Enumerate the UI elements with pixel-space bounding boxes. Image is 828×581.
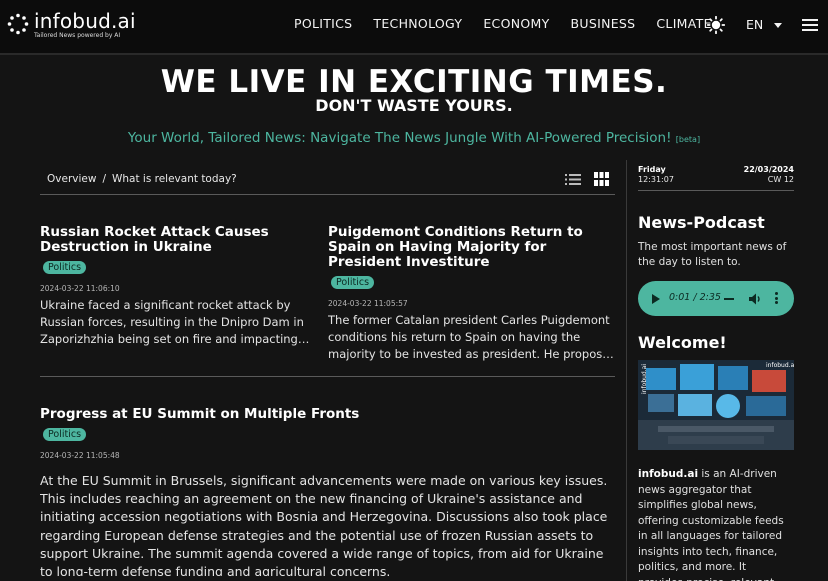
brand-name: infobud.ai (34, 9, 136, 33)
date-row: Friday 22/03/2024 (638, 165, 794, 175)
article-title[interactable]: Puigdemont Conditions Return to Spain on… (328, 225, 616, 270)
breadcrumb-separator: / (102, 173, 106, 185)
volume-icon[interactable] (748, 292, 762, 306)
clock-time: 12:31:07 (638, 175, 674, 184)
about-description: is an AI-driven news aggregator that sim… (638, 468, 784, 581)
podcast-title: News-Podcast (638, 213, 765, 232)
about-brand: infobud.ai (638, 468, 699, 480)
article-card[interactable]: Progress at EU Summit on Multiple Fronts… (40, 407, 615, 577)
welcome-image: infobud.ai infobud.ai (638, 360, 794, 450)
more-options-icon[interactable] (775, 292, 779, 305)
breadcrumb-overview[interactable]: Overview (47, 173, 96, 185)
article-excerpt: At the EU Summit in Brussels, significan… (40, 473, 608, 576)
article-excerpt: Ukraine faced a significant rocket attac… (40, 298, 310, 346)
article-timestamp: 2024-03-22 11:05:57 (328, 299, 408, 308)
about-text: infobud.ai is an AI-driven news aggregat… (638, 467, 794, 581)
nav-climate[interactable]: CLIMATE (656, 16, 711, 31)
image-watermark: infobud.ai (641, 364, 648, 394)
date: 22/03/2024 (743, 165, 794, 174)
player-time: 0:01 / 2:35 (669, 292, 721, 303)
list-view-icon[interactable] (565, 174, 581, 185)
article-title[interactable]: Russian Rocket Attack Causes Destruction… (40, 225, 310, 255)
category-tag[interactable]: Politics (43, 428, 87, 441)
tagline-text: Your World, Tailored News: Navigate The … (127, 130, 672, 146)
nav-politics[interactable]: POLITICS (294, 16, 352, 31)
weekday: Friday (638, 165, 666, 174)
brand-logo[interactable]: infobud.ai Tailored News powered by AI (7, 9, 136, 39)
article-card[interactable]: Puigdemont Conditions Return to Spain on… (328, 225, 616, 363)
category-tag[interactable]: Politics (43, 261, 87, 274)
calendar-week: CW 12 (767, 175, 794, 184)
beta-label: [beta] (675, 135, 701, 144)
article-timestamp: 2024-03-22 11:05:48 (40, 451, 120, 460)
news-dashboard-illustration (638, 360, 794, 450)
nav-economy[interactable]: ECONOMY (483, 16, 549, 31)
hero-tagline: Your World, Tailored News: Navigate The … (0, 130, 828, 146)
main-nav: POLITICS TECHNOLOGY ECONOMY BUSINESS CLI… (294, 16, 733, 31)
hamburger-menu-icon[interactable] (802, 19, 818, 31)
time-row: 12:31:07 CW 12 (638, 175, 794, 185)
breadcrumb-current: What is relevant today? (111, 173, 237, 185)
article-card[interactable]: Russian Rocket Attack Causes Destruction… (40, 225, 310, 348)
progress-track[interactable] (724, 298, 734, 300)
welcome-title: Welcome! (638, 333, 727, 352)
nav-technology[interactable]: TECHNOLOGY (373, 16, 462, 31)
audio-player[interactable]: 0:01 / 2:35 (638, 281, 794, 316)
podcast-description: The most important news of the day to li… (638, 241, 787, 268)
image-brand-label: infobud.ai (766, 362, 794, 369)
play-icon[interactable] (652, 294, 660, 304)
top-navigation-bar: infobud.ai Tailored News powered by AI P… (0, 0, 828, 55)
divider (638, 190, 794, 191)
hero-headline: WE LIVE IN EXCITING TIMES. (160, 64, 668, 100)
article-excerpt: The former Catalan president Carles Puig… (328, 313, 614, 361)
grid-view-icon[interactable] (594, 172, 609, 186)
sun-icon[interactable] (707, 16, 725, 34)
breadcrumb: Overview / What is relevant today? (47, 173, 237, 185)
brand-tagline: Tailored News powered by AI (34, 32, 121, 39)
nav-business[interactable]: BUSINESS (571, 16, 636, 31)
hero-subheadline: DON'T WASTE YOURS. (315, 96, 513, 115)
category-tag[interactable]: Politics (331, 276, 375, 289)
article-title[interactable]: Progress at EU Summit on Multiple Fronts (40, 407, 615, 422)
chevron-down-icon[interactable] (774, 23, 782, 28)
logo-dots-icon (7, 13, 29, 35)
article-timestamp: 2024-03-22 11:06:10 (40, 284, 120, 293)
sidebar: Friday 22/03/2024 12:31:07 CW 12 News-Po… (638, 160, 794, 270)
divider (40, 194, 615, 195)
language-selector[interactable]: EN (746, 17, 763, 32)
divider (40, 376, 615, 377)
sidebar-divider (626, 160, 627, 581)
